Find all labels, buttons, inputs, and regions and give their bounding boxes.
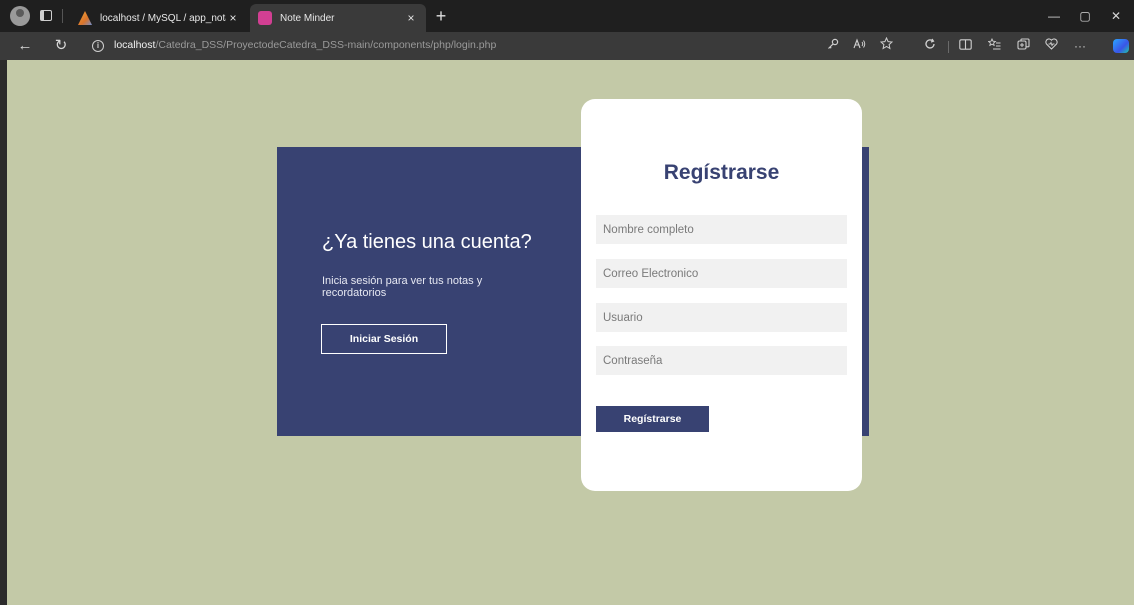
register-card: Regístrarse Regístrarse bbox=[581, 99, 862, 491]
site-info-icon[interactable]: i bbox=[92, 40, 104, 52]
username-input[interactable] bbox=[596, 303, 847, 332]
email-input[interactable] bbox=[596, 259, 847, 288]
split-screen-icon[interactable] bbox=[955, 36, 975, 56]
phpmyadmin-icon bbox=[78, 11, 92, 25]
note-minder-icon bbox=[258, 11, 272, 25]
tab-close-icon[interactable]: × bbox=[226, 11, 240, 25]
tab-close-icon[interactable]: × bbox=[404, 11, 418, 25]
login-prompt-text: Inicia sesión para ver tus notas y recor… bbox=[322, 275, 483, 299]
maximize-button[interactable]: ▢ bbox=[1070, 6, 1100, 26]
collections-icon[interactable] bbox=[1013, 36, 1033, 56]
refresh-button[interactable]: ↻ bbox=[50, 35, 72, 57]
tab-divider bbox=[62, 9, 63, 23]
tab-title: localhost / MySQL / app_notas / bbox=[100, 12, 226, 24]
workspaces-icon[interactable] bbox=[40, 10, 52, 21]
tab-title: Note Minder bbox=[280, 12, 335, 24]
favorite-star-icon[interactable] bbox=[876, 36, 896, 56]
address-bar[interactable]: localhost/Catedra_DSS/ProyectodeCatedra_… bbox=[114, 39, 496, 51]
password-input[interactable] bbox=[596, 346, 847, 375]
tab-note-minder[interactable]: Note Minder × bbox=[250, 4, 426, 32]
login-button[interactable]: Iniciar Sesión bbox=[321, 324, 447, 354]
more-options-icon[interactable]: ··· bbox=[1070, 36, 1090, 56]
read-aloud-icon[interactable] bbox=[849, 36, 869, 56]
register-button[interactable]: Regístrarse bbox=[596, 406, 709, 432]
minimize-button[interactable]: — bbox=[1039, 6, 1069, 26]
browser-toolbar: ← ↻ i localhost/Catedra_DSS/ProyectodeCa… bbox=[0, 32, 1134, 60]
url-path: /Catedra_DSS/ProyectodeCatedra_DSS-main/… bbox=[155, 39, 497, 51]
favorites-list-icon[interactable] bbox=[984, 36, 1004, 56]
key-icon[interactable] bbox=[823, 36, 843, 56]
new-tab-button[interactable]: + bbox=[430, 5, 452, 27]
profile-avatar-icon[interactable] bbox=[10, 6, 30, 26]
page-viewport: ¿Ya tienes una cuenta? Inicia sesión par… bbox=[7, 60, 1134, 605]
refresh-page-icon[interactable] bbox=[920, 36, 940, 56]
full-name-input[interactable] bbox=[596, 215, 847, 244]
back-button[interactable]: ← bbox=[14, 35, 36, 57]
register-title: Regístrarse bbox=[663, 161, 780, 184]
window-left-edge bbox=[0, 60, 7, 605]
toolbar-separator bbox=[948, 41, 949, 53]
login-prompt-title: ¿Ya tienes una cuenta? bbox=[322, 231, 532, 253]
browser-essentials-icon[interactable] bbox=[1041, 36, 1061, 56]
browser-titlebar: localhost / MySQL / app_notas / × Note M… bbox=[0, 0, 1134, 32]
close-window-button[interactable]: ✕ bbox=[1101, 6, 1131, 26]
copilot-icon[interactable] bbox=[1113, 39, 1129, 53]
tab-phpmyadmin[interactable]: localhost / MySQL / app_notas / × bbox=[70, 4, 248, 32]
url-host: localhost bbox=[114, 39, 156, 51]
